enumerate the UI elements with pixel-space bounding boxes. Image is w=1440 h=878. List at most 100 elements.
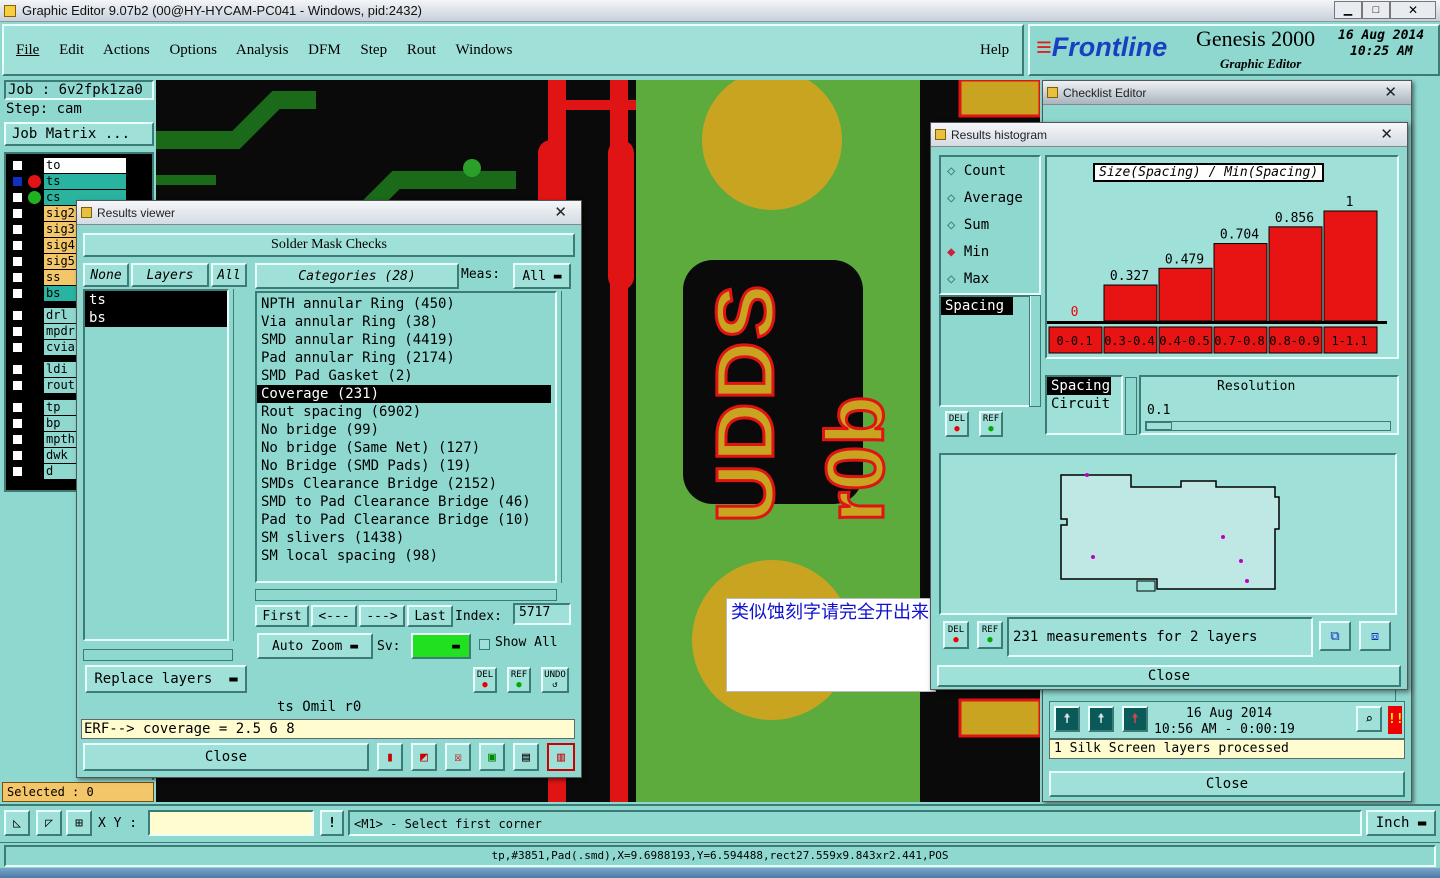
index-input[interactable]: 5717 — [513, 603, 571, 625]
measure-tool-icon[interactable]: ◸ — [36, 810, 62, 836]
layers-none-button[interactable]: None — [83, 263, 129, 287]
tool-icon-4[interactable]: ▣ — [479, 743, 505, 771]
layer-checkbox[interactable] — [12, 240, 23, 251]
last-button[interactable]: Last — [407, 605, 453, 627]
menu-actions[interactable]: Actions — [103, 42, 150, 58]
layer-checkbox[interactable] — [12, 176, 23, 187]
xy-input[interactable] — [148, 810, 314, 836]
radio-max[interactable]: ◇ Max — [947, 271, 989, 287]
resolution-slider[interactable] — [1145, 421, 1391, 431]
histogram-ref-button[interactable]: REF ● — [979, 411, 1003, 437]
run-icon-3[interactable]: ☨ — [1122, 706, 1148, 732]
list-item[interactable]: SMDs Clearance Bridge (2152) — [257, 475, 555, 493]
list-item[interactable]: Circuit — [1047, 395, 1121, 413]
show-all-checkbox[interactable] — [479, 639, 490, 650]
checklist-close-button[interactable]: Close — [1049, 771, 1405, 797]
board-preview[interactable] — [939, 453, 1397, 615]
list-item[interactable]: No Bridge (SMD Pads) (19) — [257, 457, 555, 475]
layer-checkbox[interactable] — [12, 288, 23, 299]
metric-scrollbar[interactable] — [1029, 295, 1041, 407]
minimize-button[interactable]: ▁ — [1334, 1, 1362, 19]
layer-checkbox[interactable] — [12, 450, 23, 461]
tool-icon-3[interactable]: ☒ — [445, 743, 471, 771]
slider-thumb[interactable] — [1146, 422, 1172, 430]
layer-checkbox[interactable] — [12, 466, 23, 477]
grid-tool-icon[interactable]: ⊞ — [66, 810, 92, 836]
layer-results-list[interactable]: ts bs — [83, 289, 229, 641]
close-window-button[interactable]: ✕ — [1390, 1, 1436, 19]
list-item[interactable]: Spacing — [1047, 377, 1111, 395]
zoom-icon[interactable]: ⌕ — [1356, 706, 1382, 732]
next-button[interactable]: ---> — [359, 605, 405, 627]
layer-checkbox[interactable] — [12, 160, 23, 171]
metric-list[interactable]: Spacing — [939, 295, 1031, 407]
layers-button[interactable]: Layers — [131, 263, 209, 287]
category-list-hscrollbar[interactable] — [255, 589, 557, 601]
list-item[interactable]: bs — [85, 309, 227, 327]
list-item[interactable]: Via annular Ring (38) — [257, 313, 555, 331]
histogram-bar[interactable] — [1103, 284, 1158, 322]
menu-edit[interactable]: Edit — [59, 42, 84, 58]
first-button[interactable]: First — [255, 605, 309, 627]
layer-checkbox[interactable] — [12, 418, 23, 429]
prev-button[interactable]: <--- — [311, 605, 357, 627]
list-item[interactable]: Spacing — [941, 297, 1013, 315]
histogram-bar[interactable] — [1158, 267, 1213, 322]
list-item[interactable]: No bridge (Same Net) (127) — [257, 439, 555, 457]
list-item[interactable]: No bridge (99) — [257, 421, 555, 439]
layer-checkbox[interactable] — [12, 434, 23, 445]
checklist-close-icon[interactable]: ✕ — [1384, 83, 1397, 101]
list-item[interactable]: SM slivers (1438) — [257, 529, 555, 547]
histogram-icon[interactable]: ▥ — [547, 743, 575, 771]
radio-min[interactable]: ◆ Min — [947, 244, 989, 260]
replace-layers-button[interactable]: Replace layers ▬ — [85, 665, 247, 693]
histogram-close-icon[interactable]: ✕ — [1380, 125, 1393, 143]
category-list-scrollbar[interactable] — [561, 291, 575, 583]
menu-step[interactable]: Step — [360, 42, 387, 58]
layer-checkbox[interactable] — [12, 402, 23, 413]
del-button[interactable]: DEL ● — [473, 667, 497, 693]
layer-checkbox[interactable] — [12, 208, 23, 219]
type-scrollbar[interactable] — [1125, 377, 1137, 435]
units-dropdown[interactable]: Inch ▬ — [1366, 810, 1436, 836]
results-viewer-close-icon[interactable]: ✕ — [554, 203, 567, 221]
layer-row-ts[interactable]: ts — [8, 174, 152, 189]
run-icon-1[interactable]: ☨ — [1054, 706, 1080, 732]
list-item[interactable]: Pad annular Ring (2174) — [257, 349, 555, 367]
tool-icon-1[interactable]: ▮ — [377, 743, 403, 771]
category-list[interactable]: NPTH annular Ring (450) Via annular Ring … — [255, 291, 557, 583]
tool-icon-5[interactable]: ▤ — [513, 743, 539, 771]
results-close-button[interactable]: Close — [83, 743, 369, 771]
layer-checkbox[interactable] — [12, 192, 23, 203]
menu-help[interactable]: Help — [980, 42, 1009, 59]
undo-button[interactable]: UNDO ↺ — [541, 667, 569, 693]
layer-checkbox[interactable] — [12, 342, 23, 353]
meas-dropdown[interactable]: All ▬ — [513, 263, 571, 289]
list-item[interactable]: SMD annular Ring (4419) — [257, 331, 555, 349]
preview-del-button[interactable]: DEL ● — [943, 621, 969, 649]
layer-checkbox[interactable] — [12, 224, 23, 235]
menu-dfm[interactable]: DFM — [308, 42, 341, 58]
list-item[interactable]: ts — [85, 291, 227, 309]
list-item[interactable]: SMD to Pad Clearance Bridge (46) — [257, 493, 555, 511]
list-item[interactable]: Coverage (231) — [257, 385, 551, 403]
histogram-bar[interactable] — [1323, 210, 1378, 322]
ref-button[interactable]: REF ● — [507, 667, 531, 693]
layer-row-to[interactable]: to — [8, 158, 152, 173]
preview-ref-button[interactable]: REF ● — [977, 621, 1003, 649]
run-icon-2[interactable]: ☨ — [1088, 706, 1114, 732]
layer-checkbox[interactable] — [12, 272, 23, 283]
sv-color-dropdown[interactable]: ▬ — [411, 633, 471, 659]
layer-list-hscrollbar[interactable] — [83, 649, 233, 661]
list-item[interactable]: Pad to Pad Clearance Bridge (10) — [257, 511, 555, 529]
layers-all-button[interactable]: All — [211, 263, 247, 287]
job-matrix-button[interactable]: Job Matrix ... — [4, 122, 154, 146]
radio-count[interactable]: ◇ Count — [947, 163, 1006, 179]
list-item[interactable]: Rout spacing (6902) — [257, 403, 555, 421]
zoom-area-icon[interactable]: ⧈ — [1359, 621, 1391, 651]
radio-sum[interactable]: ◇ Sum — [947, 217, 989, 233]
auto-zoom-dropdown[interactable]: Auto Zoom ▬ — [257, 633, 373, 659]
type-list[interactable]: Spacing Circuit — [1045, 375, 1123, 435]
zoom-fit-icon[interactable]: ⧉ — [1319, 621, 1351, 651]
histogram-bar[interactable] — [1213, 243, 1268, 322]
